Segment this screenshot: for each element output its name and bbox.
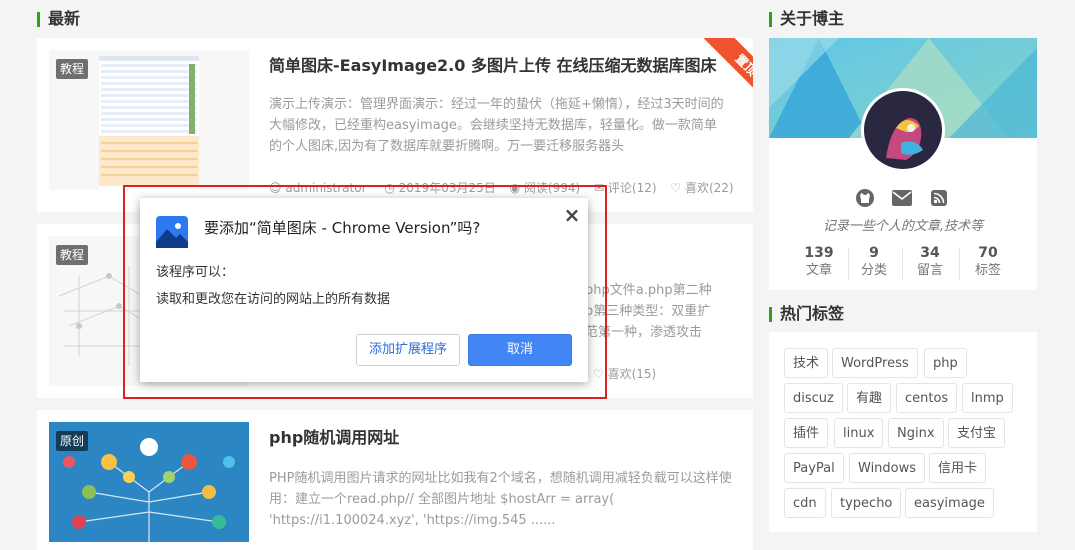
github-icon[interactable] xyxy=(855,188,875,208)
tag-item[interactable]: 插件 xyxy=(784,418,829,448)
tag-item[interactable]: WordPress xyxy=(832,348,918,378)
excerpt-line: p第三种类型：双重扩 xyxy=(585,304,711,319)
category-badge[interactable]: 教程 xyxy=(56,245,89,265)
rss-icon[interactable] xyxy=(931,190,947,206)
profile-stats: 139 文章 9 分类 34 留言 70 标签 xyxy=(791,244,1041,284)
tag-item[interactable]: 技术 xyxy=(784,348,829,378)
excerpt-line: 范第一种，渗透攻击 xyxy=(585,325,703,340)
post-comments[interactable]: 评论(12) xyxy=(608,181,657,195)
post-card-3[interactable]: 原创 php随机调用网址 PHP随机调用图片请求的网址比如我有2个域名，想随机调… xyxy=(37,410,753,550)
post-excerpt-partial: php文件a.php第二种 p第三种类型：双重扩 范第一种，渗透攻击 xyxy=(585,280,755,343)
stat-categories[interactable]: 9 分类 xyxy=(849,244,899,280)
excerpt-line: php文件a.php第二种 xyxy=(585,283,712,298)
post-excerpt: PHP随机调用图片请求的网址比如我有2个域名，想随机调用减轻负载可以这样使用：建… xyxy=(269,471,732,528)
stat-number: 34 xyxy=(920,245,940,261)
tag-item[interactable]: 有趣 xyxy=(847,383,892,413)
sticky-ribbon-label: 置顶 xyxy=(699,38,753,92)
section-title-hot-tags: 热门标签 xyxy=(769,304,844,324)
post-title[interactable]: php随机调用网址 xyxy=(269,428,399,448)
tag-item[interactable]: Nginx xyxy=(888,418,944,448)
post-likes[interactable]: 喜欢(15) xyxy=(608,367,657,381)
stat-number: 70 xyxy=(978,245,998,261)
tag-item[interactable]: lnmp xyxy=(962,383,1013,413)
about-card: 记录一些个人的文章,技术等 139 文章 9 分类 34 留言 70 标签 xyxy=(769,38,1037,290)
stat-number: 9 xyxy=(869,245,879,261)
post-title[interactable]: 简单图床-EasyImage2.0 多图片上传 在线压缩无数据库图床 xyxy=(269,56,717,76)
post-excerpt: 演示上传演示：管理界面演示：经过一年的蛰伏（拖延+懒惰），经过3天时间的大幅修改… xyxy=(269,97,724,154)
stat-label: 留言 xyxy=(916,263,943,278)
sticky-ribbon: 置顶 xyxy=(699,38,753,92)
stat-comments[interactable]: 34 留言 xyxy=(903,244,957,280)
tag-item[interactable]: 信用卡 xyxy=(929,453,987,483)
stat-divider xyxy=(959,248,960,280)
stat-posts[interactable]: 139 文章 xyxy=(791,244,847,280)
tag-item[interactable]: easyimage xyxy=(905,488,994,518)
tag-item[interactable]: linux xyxy=(834,418,884,448)
stat-label: 分类 xyxy=(860,263,887,278)
stat-label: 文章 xyxy=(805,263,832,278)
close-icon[interactable]: × xyxy=(562,204,582,226)
add-extension-dialog: 要添加“简单图床 - Chrome Version”吗? × 该程序可以： 读取… xyxy=(140,198,588,382)
stat-tags[interactable]: 70 标签 xyxy=(961,244,1015,280)
stat-number: 139 xyxy=(804,245,834,261)
tag-item[interactable]: typecho xyxy=(831,488,902,518)
heart-icon: ♡ xyxy=(670,181,682,195)
tag-item[interactable]: Windows xyxy=(849,453,926,483)
dialog-title: 要添加“简单图床 - Chrome Version”吗? xyxy=(204,219,481,237)
post-likes[interactable]: 喜欢(22) xyxy=(685,181,734,195)
tag-item[interactable]: centos xyxy=(896,383,958,413)
app-icon xyxy=(156,216,188,248)
category-badge[interactable]: 教程 xyxy=(56,59,89,79)
tag-cloud: 技术 WordPress php discuz 有趣 centos lnmp 插… xyxy=(769,332,1037,532)
profile-tagline: 记录一些个人的文章,技术等 xyxy=(822,219,984,234)
tag-item[interactable]: cdn xyxy=(784,488,826,518)
avatar[interactable] xyxy=(861,88,945,172)
add-extension-button[interactable]: 添加扩展程序 xyxy=(356,334,460,366)
social-links xyxy=(855,188,951,208)
section-title-latest: 最新 xyxy=(37,9,80,29)
cancel-button[interactable]: 取消 xyxy=(468,334,572,366)
tag-item[interactable]: php xyxy=(924,348,967,378)
tag-item[interactable]: discuz xyxy=(784,383,843,413)
tag-item[interactable]: PayPal xyxy=(784,453,844,483)
stat-label: 标签 xyxy=(974,263,1001,278)
dialog-subtitle: 该程序可以： xyxy=(156,265,235,280)
tag-item[interactable]: 支付宝 xyxy=(948,418,1006,448)
category-badge[interactable]: 原创 xyxy=(56,431,89,451)
mail-icon[interactable] xyxy=(892,190,912,206)
section-title-about: 关于博主 xyxy=(769,9,844,29)
permission-item: 读取和更改您在访问的网站上的所有数据 xyxy=(156,292,391,307)
